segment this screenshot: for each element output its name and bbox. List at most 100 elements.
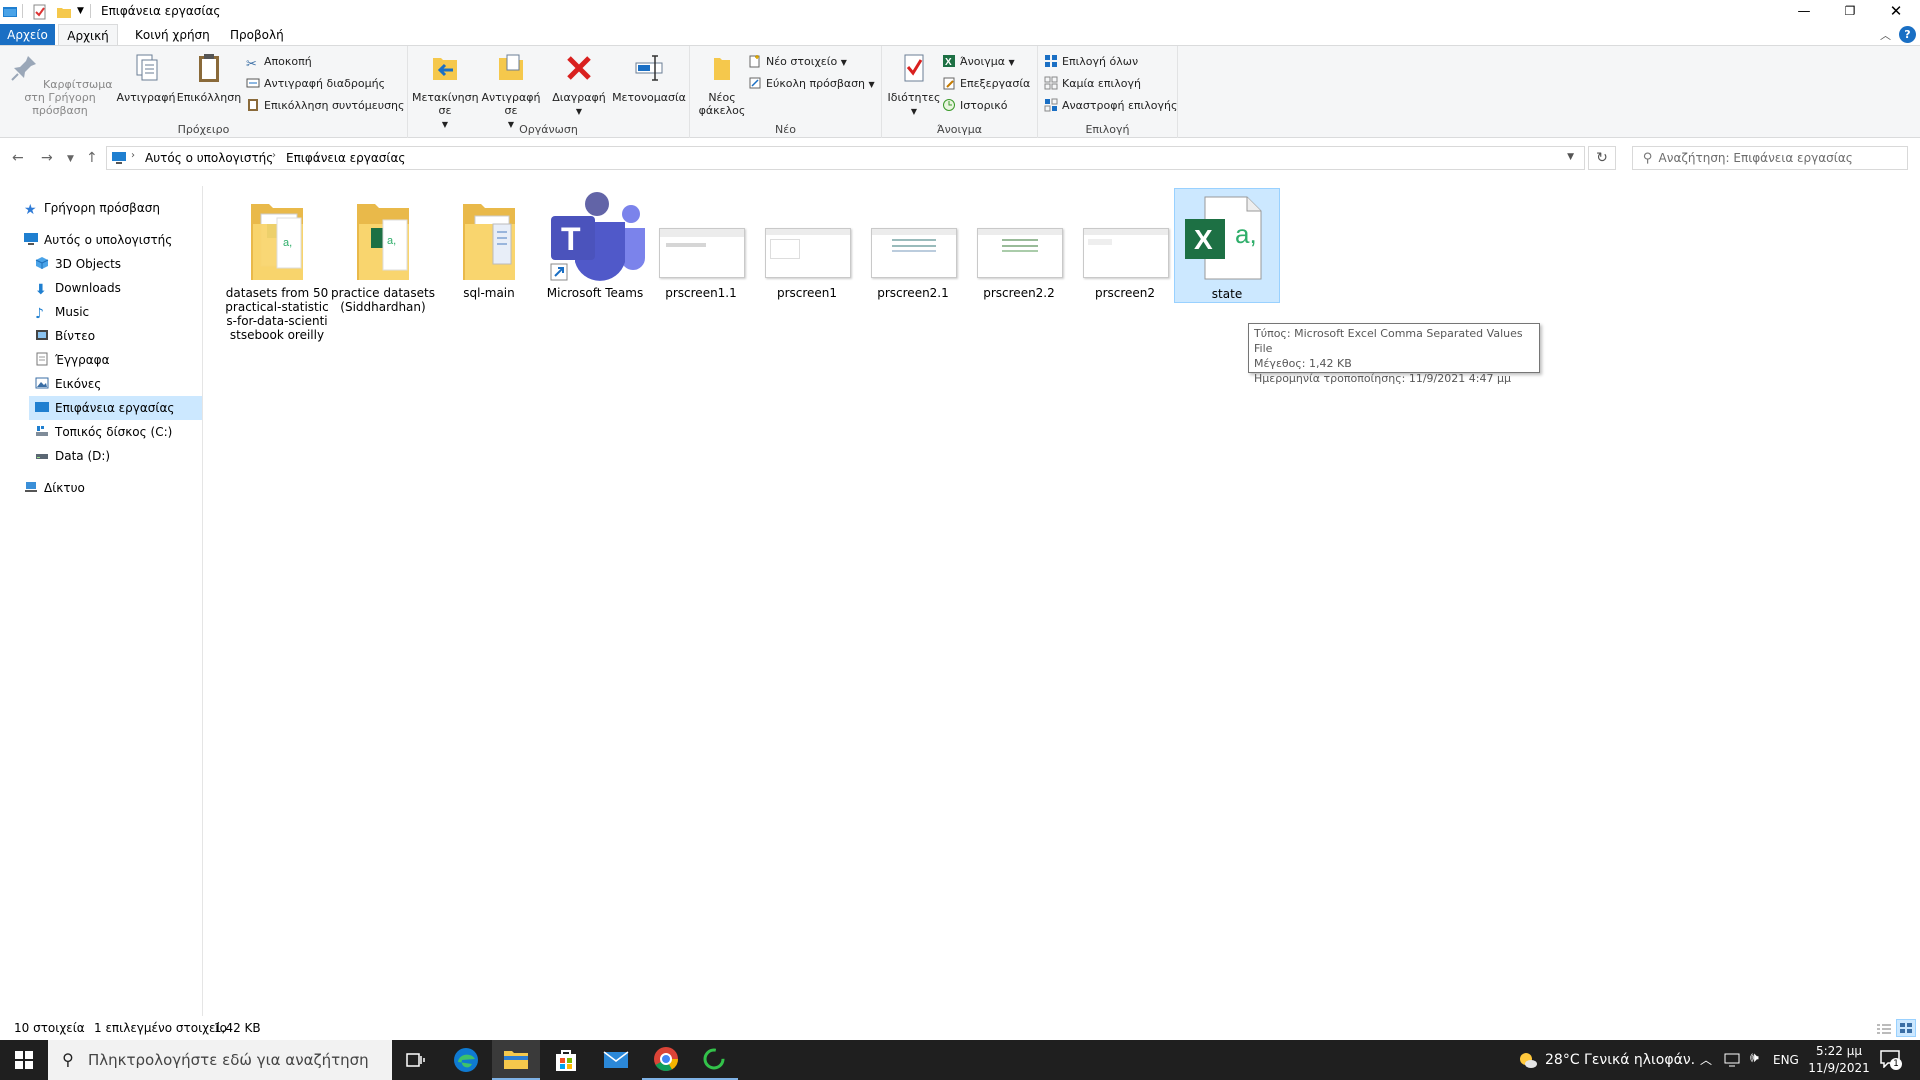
file-tile[interactable]: prscreen1: [755, 186, 859, 303]
copy-to-button[interactable]: Αντιγραφή σε ▼: [478, 52, 544, 131]
select-none-button[interactable]: Καμία επιλογή: [1044, 74, 1141, 94]
cut-button[interactable]: ✂ Αποκοπή: [246, 52, 312, 72]
taskbar-file-explorer[interactable]: [492, 1040, 540, 1080]
close-button[interactable]: ✕: [1873, 0, 1919, 22]
file-tile[interactable]: prscreen2: [1073, 186, 1177, 303]
tooltip-modified: Ημερομηνία τροποποίησης: 11/9/2021 4:47 …: [1254, 372, 1511, 385]
properties-button[interactable]: Ιδιότητες ▼: [886, 52, 942, 118]
customize-toolbar-icon[interactable]: ▼: [77, 6, 84, 24]
search-input[interactable]: ⚲ Αναζήτηση: Επιφάνεια εργασίας: [1632, 146, 1908, 170]
file-tile[interactable]: a, practice datasets (Siddhardhan): [331, 186, 435, 314]
move-to-label: Μετακίνηση σε: [412, 91, 479, 117]
start-button[interactable]: [0, 1040, 48, 1080]
explorer-icon: [3, 7, 17, 17]
weather-icon[interactable]: [1518, 1050, 1538, 1070]
select-all-label: Επιλογή όλων: [1062, 55, 1139, 68]
address-bar[interactable]: › Αυτός ο υπολογιστής › Επιφάνεια εργασί…: [106, 146, 1585, 170]
pin-quick-access-button[interactable]: Καρφίτσωμα στη Γρήγορη πρόσβαση: [6, 52, 114, 117]
task-view-button[interactable]: [392, 1040, 440, 1080]
select-all-button[interactable]: Επιλογή όλων: [1044, 52, 1138, 72]
collapse-ribbon-icon[interactable]: ︿: [1880, 27, 1891, 43]
back-arrow-icon[interactable]: ←: [12, 150, 24, 166]
nav-network[interactable]: Δίκτυο: [24, 476, 85, 500]
restore-button[interactable]: ❐: [1827, 0, 1873, 22]
language-indicator[interactable]: ENG: [1773, 1040, 1799, 1080]
nav-pictures[interactable]: Εικόνες: [32, 372, 202, 396]
taskbar-app-ring[interactable]: [690, 1040, 738, 1080]
nav-desktop[interactable]: Επιφάνεια εργασίας: [29, 396, 202, 420]
clock[interactable]: 5:22 μμ 11/9/2021: [1808, 1043, 1870, 1077]
forward-arrow-icon[interactable]: →: [41, 150, 53, 166]
help-icon[interactable]: ?: [1899, 26, 1916, 43]
new-folder-button[interactable]: Νέος φάκελος: [694, 52, 750, 117]
taskbar-edge[interactable]: [442, 1040, 490, 1080]
video-icon: [36, 330, 48, 340]
3d-objects-icon: [35, 257, 49, 269]
volume-icon[interactable]: 🕪: [1750, 1050, 1759, 1066]
nav-documents[interactable]: Έγγραφα: [32, 348, 202, 372]
tab-share[interactable]: Κοινή χρήση: [125, 24, 220, 46]
breadcrumb-this-pc[interactable]: Αυτός ο υπολογιστής: [145, 151, 273, 165]
excel-icon: X: [943, 55, 955, 68]
nav-quick-access[interactable]: ★ Γρήγορη πρόσβαση: [24, 196, 160, 220]
notification-center-icon[interactable]: 1: [1880, 1050, 1902, 1070]
this-pc-icon: [112, 152, 126, 164]
taskbar-chrome[interactable]: [642, 1040, 690, 1080]
recent-locations-icon[interactable]: ▼: [67, 154, 74, 164]
taskbar-search-input[interactable]: ⚲ Πληκτρολογήστε εδώ για αναζήτηση: [48, 1040, 392, 1080]
nav-videos[interactable]: Βίντεο: [32, 324, 202, 348]
open-label: Άνοιγμα: [960, 55, 1005, 68]
nav-local-disk-c[interactable]: Τοπικός δίσκος (C:): [32, 420, 202, 444]
breadcrumb-desktop[interactable]: Επιφάνεια εργασίας: [286, 151, 405, 165]
this-pc-icon: [24, 233, 38, 245]
new-item-button[interactable]: Νέο στοιχείο ▼: [748, 52, 847, 72]
nav-downloads[interactable]: ⬇ Downloads: [32, 276, 202, 300]
file-tile-selected[interactable]: a, X state: [1174, 188, 1280, 303]
edit-icon: [943, 77, 955, 90]
open-button[interactable]: X Άνοιγμα ▼: [942, 52, 1015, 72]
copy-path-button[interactable]: Αντιγραφή διαδρομής: [246, 74, 385, 94]
invert-selection-button[interactable]: Αναστροφή επιλογής: [1044, 96, 1177, 116]
new-item-label: Νέο στοιχείο: [766, 55, 838, 68]
file-tile[interactable]: prscreen2.1: [861, 186, 965, 303]
taskbar-store[interactable]: [542, 1040, 590, 1080]
tab-file[interactable]: Αρχείο: [0, 24, 55, 46]
dropdown-icon: ▼: [1008, 58, 1015, 67]
nav-3d-objects[interactable]: 3D Objects: [32, 252, 202, 276]
paste-button[interactable]: Επικόλληση: [176, 52, 242, 104]
network-ethernet-icon[interactable]: [1723, 1053, 1741, 1067]
file-tile[interactable]: prscreen2.2: [967, 186, 1071, 303]
file-tile[interactable]: prscreen1.1: [649, 186, 753, 303]
rename-button[interactable]: Μετονομασία: [610, 52, 688, 104]
file-tile[interactable]: sql-main: [437, 186, 541, 303]
details-view-icon[interactable]: [1876, 1021, 1892, 1035]
new-folder-icon: [714, 58, 730, 80]
nav-label: Επιφάνεια εργασίας: [55, 401, 175, 415]
paste-shortcut-button[interactable]: Επικόλληση συντόμευσης: [246, 96, 404, 116]
refresh-button[interactable]: ↻: [1588, 146, 1616, 170]
new-folder-icon[interactable]: [56, 3, 72, 21]
history-button[interactable]: Ιστορικό: [942, 96, 1008, 116]
file-tile[interactable]: a, datasets from 50 practical-statistic …: [225, 186, 329, 342]
properties-icon[interactable]: [32, 3, 48, 21]
weather-text[interactable]: 28°C Γενικά ηλιοφάν.: [1545, 1040, 1695, 1080]
up-arrow-icon[interactable]: ↑: [86, 150, 98, 166]
copy-path-icon: [246, 78, 260, 88]
nav-music[interactable]: ♪ Music: [32, 300, 202, 324]
file-tile[interactable]: T Microsoft Teams: [543, 186, 647, 303]
nav-this-pc[interactable]: Αυτός ο υπολογιστής: [24, 228, 172, 252]
taskbar-mail[interactable]: [592, 1040, 640, 1080]
large-icons-view-icon[interactable]: [1896, 1019, 1916, 1037]
tab-view[interactable]: Προβολή: [220, 24, 294, 46]
minimize-button[interactable]: —: [1781, 0, 1827, 22]
move-to-button[interactable]: Μετακίνηση σε ▼: [412, 52, 479, 131]
copy-button[interactable]: Αντιγραφή: [116, 52, 176, 104]
show-hidden-icons-chevron-icon[interactable]: ︿: [1700, 1051, 1712, 1068]
delete-button[interactable]: Διαγραφή ▼: [548, 52, 610, 118]
address-history-icon[interactable]: ▼: [1567, 152, 1574, 162]
easy-access-button[interactable]: Εύκολη πρόσβαση ▼: [748, 74, 875, 94]
tab-home[interactable]: Αρχική: [58, 24, 118, 46]
properties-icon: [904, 54, 924, 82]
edit-button[interactable]: Επεξεργασία: [942, 74, 1030, 94]
nav-data-d[interactable]: Data (D:): [32, 444, 202, 468]
